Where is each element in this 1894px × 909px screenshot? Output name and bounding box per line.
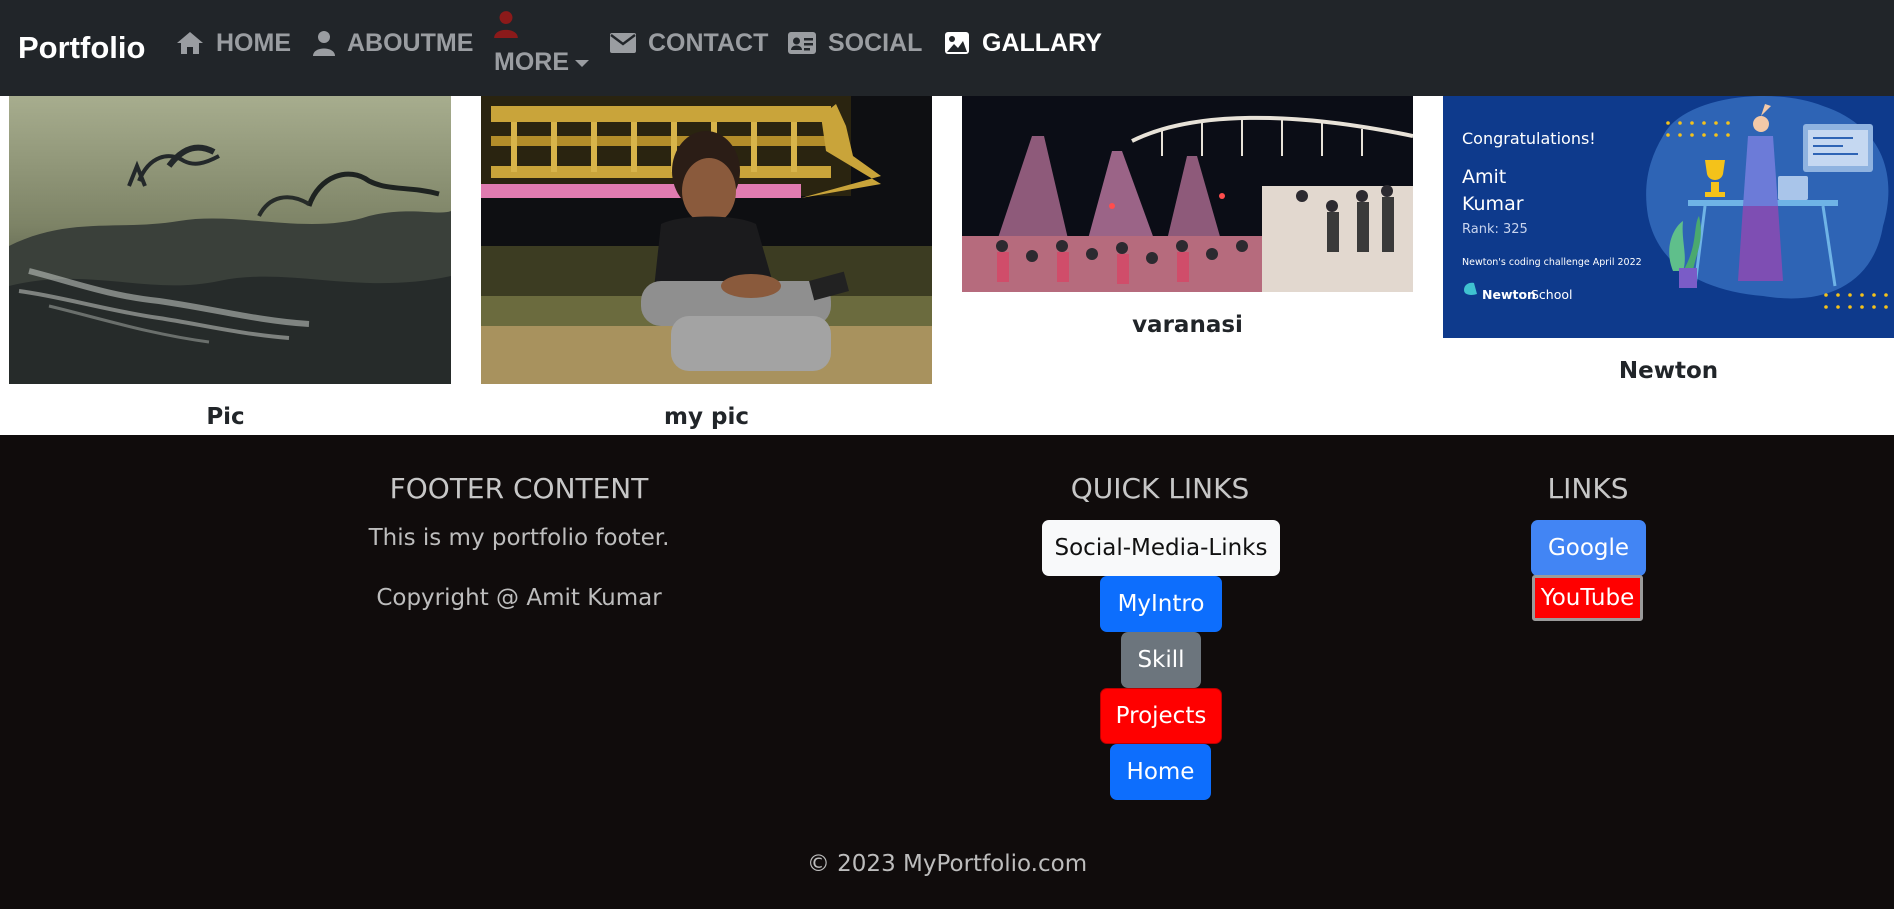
certificate-org-bold: Newton <box>1482 287 1536 302</box>
card-title: varanasi <box>1132 312 1243 338</box>
card-title: my pic <box>664 404 749 430</box>
nav-more-toggle[interactable]: MORE <box>494 48 589 77</box>
projects-button[interactable]: Projects <box>1100 688 1222 744</box>
gallery-card: Congratulations! Amit Kumar Rank: 325 Ne… <box>1443 96 1894 435</box>
certificate-heading: Congratulations! <box>1462 129 1596 148</box>
certificate-name-line1: Amit <box>1462 166 1506 188</box>
nav-home-label: HOME <box>216 28 291 57</box>
footer: FOOTER CONTENT This is my portfolio foot… <box>0 435 1894 909</box>
gallery-card: my pic <box>481 96 932 435</box>
card-title: Pic <box>206 404 245 430</box>
nav-home[interactable]: HOME <box>176 28 291 58</box>
certificate-rank: Rank: 325 <box>1462 222 1528 237</box>
footer-content-heading: FOOTER CONTENT <box>389 472 649 505</box>
site-copyright: © 2023 MyPortfolio.com <box>806 851 1088 877</box>
brand-link[interactable]: Portfolio <box>18 30 145 66</box>
user-icon <box>313 30 335 56</box>
nav-social-label: SOCIAL <box>828 28 923 57</box>
caret-down-icon <box>575 60 589 67</box>
footer-content-text: This is my portfolio footer. <box>368 525 670 551</box>
certificate-name-line2: Kumar <box>1462 193 1524 215</box>
nav-social[interactable]: SOCIAL <box>788 28 922 58</box>
youtube-link[interactable]: YouTube <box>1532 575 1643 621</box>
card-title: Newton <box>1618 358 1719 384</box>
nav-gallary-label: GALLARY <box>982 28 1102 57</box>
social-media-links-button[interactable]: Social-Media-Links <box>1042 520 1280 576</box>
portrait-image <box>481 96 932 384</box>
footer-content-copyright: Copyright @ Amit Kumar <box>376 585 662 611</box>
nav-aboutme[interactable]: ABOUTME <box>313 28 473 58</box>
certificate-image: Congratulations! Amit Kumar Rank: 325 Ne… <box>1443 96 1894 338</box>
user-icon <box>494 10 518 42</box>
nav-aboutme-label: ABOUTME <box>347 28 474 57</box>
gallery-card: Pic <box>0 96 451 435</box>
certificate-event: Newton's coding challenge April 2022 <box>1462 257 1642 268</box>
envelope-icon <box>610 33 636 53</box>
nav-contact-label: CONTACT <box>648 28 769 57</box>
image-icon <box>944 31 970 55</box>
myintro-button[interactable]: MyIntro <box>1100 576 1222 632</box>
quick-links-heading: QUICK LINKS <box>1070 472 1250 505</box>
navbar: Portfolio HOME ABOUTME MORE CONTACT SOCI… <box>0 0 1894 96</box>
home-button[interactable]: Home <box>1110 744 1211 800</box>
certificate-org-rest: School <box>1531 287 1573 302</box>
nav-more-label: MORE <box>494 48 569 76</box>
nav-contact[interactable]: CONTACT <box>610 28 768 58</box>
google-link[interactable]: Google <box>1531 520 1646 576</box>
links-heading: LINKS <box>1547 472 1629 505</box>
id-card-icon <box>788 32 816 54</box>
nav-gallary[interactable]: GALLARY <box>944 28 1102 58</box>
gallery-card: varanasi <box>962 96 1413 435</box>
nav-more-dropdown[interactable]: MORE <box>494 8 594 78</box>
waterfall-image <box>9 96 451 384</box>
home-icon <box>176 31 204 55</box>
skill-button[interactable]: Skill <box>1121 632 1201 688</box>
varanasi-image <box>962 96 1413 292</box>
